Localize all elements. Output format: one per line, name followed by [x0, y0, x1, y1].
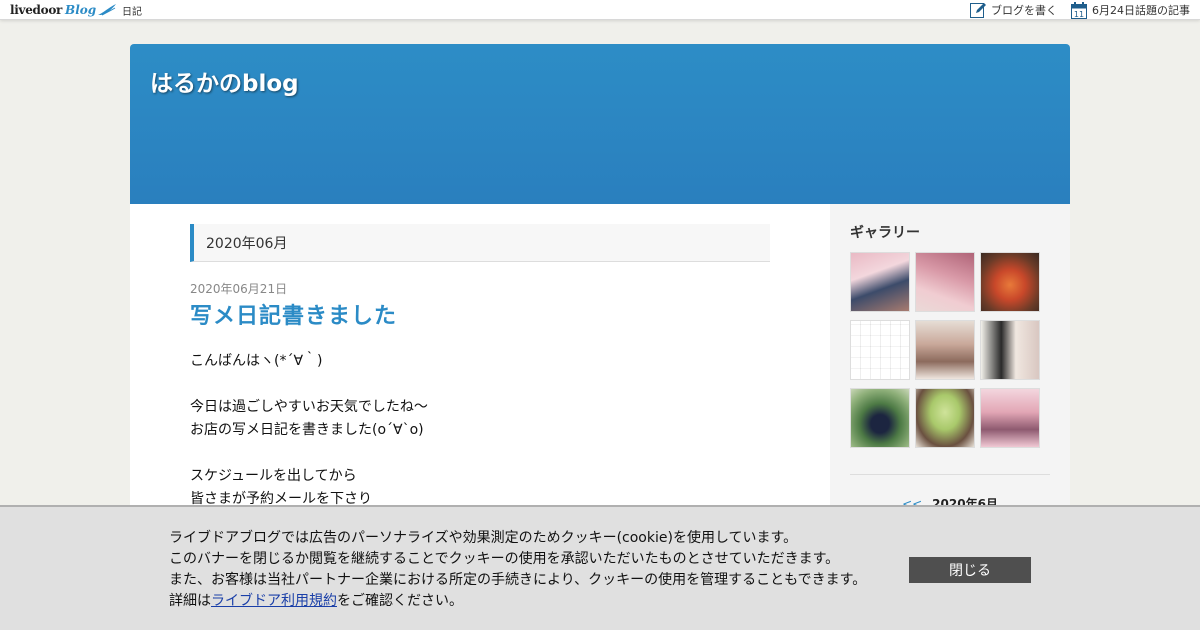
gallery-title: ギャラリー — [850, 225, 920, 241]
entry-line: スケジュールを出してから — [190, 468, 357, 484]
gallery-thumbnail[interactable] — [980, 252, 1040, 312]
gallery-thumbnail[interactable] — [980, 388, 1040, 448]
category-link[interactable]: 日記 — [122, 3, 142, 18]
cookie-banner: ライブドアブログでは広告のパーソナライズや効果測定のためクッキー(cookie)… — [0, 505, 1200, 630]
gallery-thumbnail[interactable] — [915, 388, 975, 448]
calendar-day: 11 — [1074, 10, 1084, 19]
entry-date: 2020年06月21日 — [190, 282, 288, 296]
entry-line — [190, 373, 770, 396]
blog-title[interactable]: はるかのblog — [150, 64, 299, 98]
gallery-thumbnail[interactable] — [915, 252, 975, 312]
topic-articles-label: 6月24日話題の記事 — [1092, 4, 1190, 17]
entry-body: こんばんはヽ(*´∀｀) 今日は過ごしやすいお天気でしたね〜 お店の写メ日記を書… — [190, 350, 770, 511]
gallery-thumbnail[interactable] — [980, 320, 1040, 380]
logo-word: livedoor — [10, 3, 63, 17]
gallery-thumbnail[interactable] — [915, 320, 975, 380]
terms-link[interactable]: ライブドア利用規約 — [211, 593, 337, 609]
bird-icon — [98, 4, 117, 16]
gallery-thumbnail[interactable] — [850, 252, 910, 312]
write-blog-label: ブログを書く — [991, 4, 1057, 17]
entry-line: 今日は過ごしやすいお天気でしたね〜 — [190, 399, 428, 415]
livedoor-blog-logo[interactable]: livedoor Blog — [10, 2, 117, 18]
calendar-icon: 11 — [1071, 1, 1087, 19]
entry-line: こんばんはヽ(*´∀｀) — [190, 353, 323, 369]
cookie-line: このバナーを閉じるか閲覧を継続することでクッキーの使用を承認いただいたものとさせ… — [169, 551, 840, 567]
entry-title[interactable]: 写メ日記書きました — [190, 298, 770, 330]
cookie-text: ライブドアブログでは広告のパーソナライズや効果測定のためクッキー(cookie)… — [169, 528, 866, 612]
write-blog-link[interactable]: ブログを書く — [970, 2, 1057, 18]
cookie-line: 詳細はライブドア利用規約をご確認ください。 — [169, 591, 866, 612]
close-cookie-button[interactable]: 閉じる — [909, 557, 1031, 583]
blog-header: はるかのblog — [130, 44, 1070, 204]
month-heading: 2020年06月 — [190, 224, 770, 262]
edit-icon — [970, 3, 986, 18]
logo-blog: Blog — [65, 3, 97, 17]
gallery-thumbnail[interactable] — [850, 388, 910, 448]
top-bar: livedoor Blog 日記 ブログを書く 11 6月24日話題の記事 — [0, 0, 1200, 20]
cookie-line-suffix: をご確認ください。 — [337, 593, 463, 609]
sidebar-divider — [850, 474, 1050, 475]
gallery-grid — [850, 252, 1050, 448]
entry-line — [190, 442, 770, 465]
entry-line: お店の写メ日記を書きました(o´∀`o) — [190, 422, 424, 438]
gallery-thumbnail[interactable] — [850, 320, 910, 380]
top-right-links: ブログを書く 11 6月24日話題の記事 — [956, 1, 1190, 19]
cookie-line-prefix: 詳細は — [169, 593, 211, 609]
topic-articles-link[interactable]: 11 6月24日話題の記事 — [1071, 1, 1190, 19]
cookie-line: また、お客様は当社パートナー企業における所定の手続きにより、クッキーの使用を管理… — [169, 572, 867, 588]
cookie-line: ライブドアブログでは広告のパーソナライズや効果測定のためクッキー(cookie)… — [169, 530, 798, 546]
